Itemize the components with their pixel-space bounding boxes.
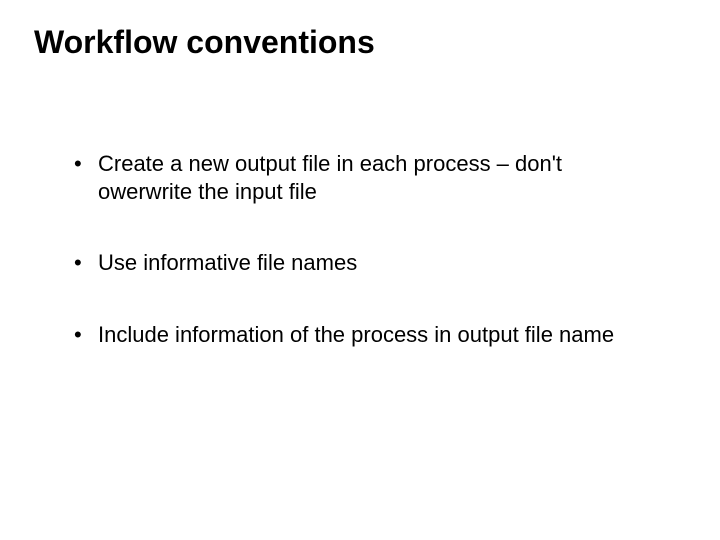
bullet-list: Create a new output file in each process… — [70, 150, 630, 348]
bullet-text: Create a new output file in each process… — [98, 151, 562, 204]
list-item: Include information of the process in ou… — [70, 321, 630, 349]
slide-title: Workflow conventions — [34, 24, 375, 61]
list-item: Create a new output file in each process… — [70, 150, 630, 205]
bullet-text: Use informative file names — [98, 250, 357, 275]
bullet-text: Include information of the process in ou… — [98, 322, 614, 347]
list-item: Use informative file names — [70, 249, 630, 277]
slide-content: Create a new output file in each process… — [70, 150, 630, 392]
slide: Workflow conventions Create a new output… — [0, 0, 720, 540]
